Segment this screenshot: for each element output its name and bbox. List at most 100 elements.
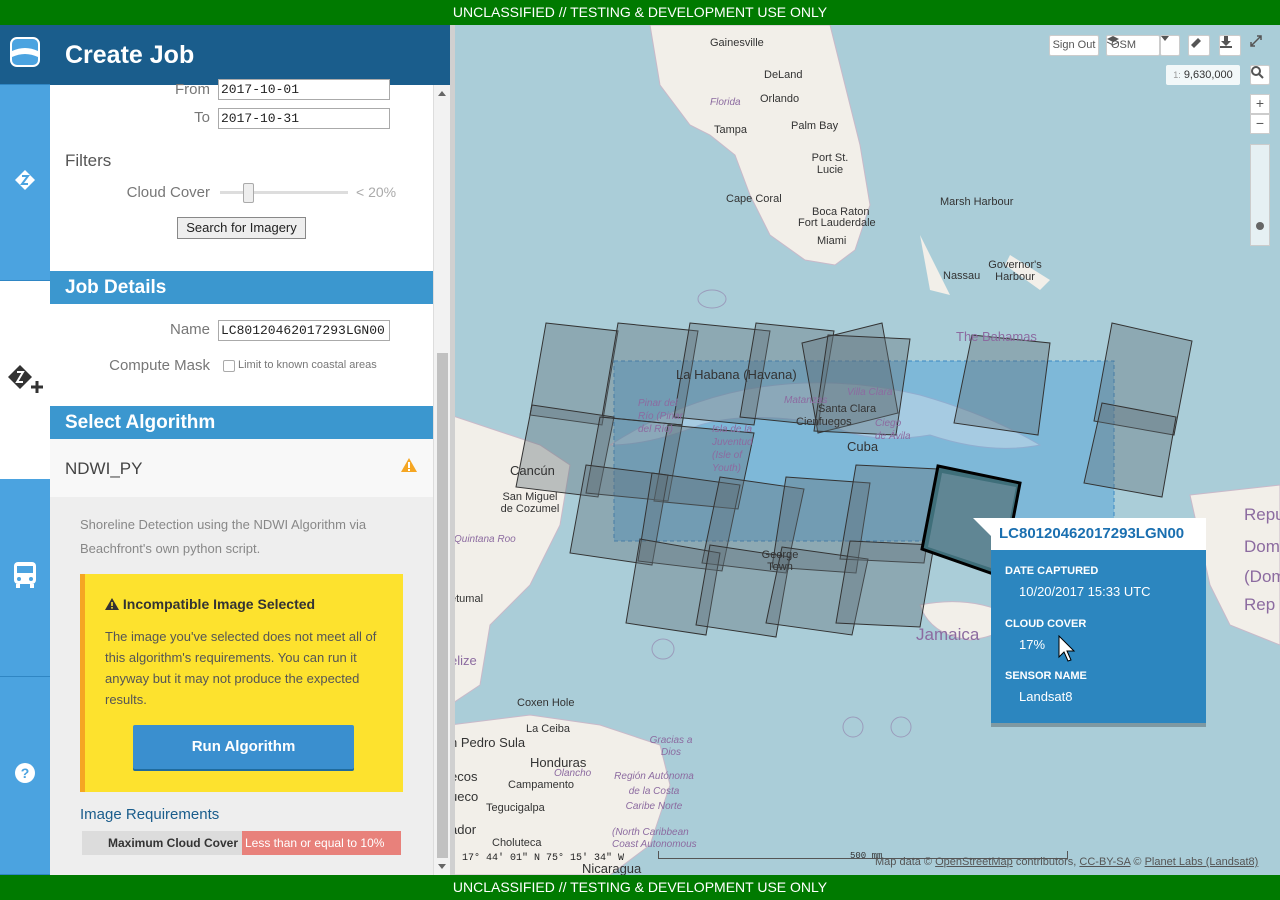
place-label: Rep bbox=[1244, 595, 1276, 614]
place-label: (North Caribbean Coast Autonomous bbox=[612, 827, 697, 850]
scene-id[interactable]: LC80120462017293LGN00 bbox=[991, 518, 1206, 550]
place-label: Palm Bay bbox=[791, 120, 839, 132]
algorithm-details: Shoreline Detection using the NDWI Algor… bbox=[50, 497, 433, 875]
place-label: Port St. Lucie bbox=[811, 152, 849, 176]
algorithm-list-item[interactable]: NDWI_PY bbox=[50, 439, 433, 497]
zoom-out-button[interactable]: − bbox=[1250, 114, 1270, 134]
warning-text: The image you've selected does not meet … bbox=[105, 629, 377, 707]
filters-heading: Filters bbox=[65, 151, 112, 170]
algorithm-name: NDWI_PY bbox=[65, 459, 143, 478]
measure-button[interactable] bbox=[1188, 35, 1210, 56]
cursor-coordinates: 17° 44′ 01″ N 75° 15′ 34″ W bbox=[462, 853, 625, 864]
osm-link[interactable]: OpenStreetMap bbox=[935, 856, 1013, 868]
place-label: Orlando bbox=[760, 93, 800, 105]
incompatible-warning: Incompatible Image Selected The image yo… bbox=[80, 574, 403, 792]
place-label: Cuba bbox=[847, 439, 879, 454]
search-imagery-button[interactable]: Search for Imagery bbox=[177, 217, 306, 239]
job-name-input[interactable]: LC80120462017293LGN00 bbox=[218, 320, 390, 341]
place-label: George Town bbox=[761, 549, 799, 573]
attribution-copy: © bbox=[1133, 856, 1142, 868]
map-scale[interactable]: 1: 9,630,000 bbox=[1166, 65, 1240, 85]
place-label: Cape Coral bbox=[726, 193, 782, 205]
compute-mask-checkbox[interactable] bbox=[223, 360, 235, 372]
place-label: DeLand bbox=[764, 69, 803, 81]
nav-home-logo[interactable] bbox=[0, 25, 50, 85]
warning-title-text: Incompatible Image Selected bbox=[122, 596, 316, 612]
requirement-row: Maximum Cloud Cover Less than or equal t… bbox=[82, 831, 401, 855]
place-label: Santa Clara bbox=[818, 403, 877, 415]
zoom-in-button[interactable]: + bbox=[1250, 94, 1270, 114]
place-label: Villa Clara bbox=[847, 387, 893, 398]
popup-pointer bbox=[973, 518, 991, 536]
sensor-name-value: Landsat8 bbox=[1019, 689, 1073, 704]
place-label: Tegucigalpa bbox=[486, 802, 545, 814]
cloud-cover-label: CLOUD COVER bbox=[1005, 618, 1087, 630]
scale-value: 9,630,000 bbox=[1183, 69, 1233, 81]
from-date-input[interactable]: 2017-10-01 bbox=[218, 79, 390, 100]
place-label: Olancho bbox=[554, 768, 592, 779]
to-date-input[interactable]: 2017-10-31 bbox=[218, 108, 390, 129]
classification-banner-bottom: UNCLASSIFIED // TESTING & DEVELOPMENT US… bbox=[0, 875, 1280, 900]
scroll-down-arrow[interactable] bbox=[438, 864, 446, 869]
to-label: To bbox=[194, 109, 210, 126]
create-job-panel: Create Job From 2017-10-01 To 2017-10-31… bbox=[50, 25, 450, 875]
cloud-cover-value: < 20% bbox=[356, 184, 397, 200]
zoom-slider-knob[interactable] bbox=[1256, 222, 1264, 230]
panel-scrollbar[interactable] bbox=[433, 85, 450, 875]
nav-create-job[interactable] bbox=[0, 281, 50, 479]
from-label: From bbox=[175, 81, 210, 98]
sign-out-button[interactable]: Sign Out bbox=[1049, 35, 1099, 56]
map-attribution: Map data © OpenStreetMap contributors, C… bbox=[875, 856, 1275, 868]
image-requirements-heading: Image Requirements bbox=[80, 806, 220, 823]
create-job-icon bbox=[6, 363, 44, 398]
warning-triangle-icon bbox=[105, 596, 123, 612]
place-label: Ciego de Ávila bbox=[875, 418, 911, 442]
place-label: Repu bbox=[1244, 505, 1280, 524]
warning-icon bbox=[400, 457, 418, 478]
place-label: La Habana (Havana) bbox=[676, 367, 797, 382]
place-label: Isla de la Juventud (Isle of Youth) bbox=[712, 424, 753, 474]
date-captured-label: DATE CAPTURED bbox=[1005, 565, 1099, 577]
place-label: Región Autónoma de la Costa Caribe Norte bbox=[614, 771, 694, 812]
cloud-cover-slider-track[interactable] bbox=[220, 191, 348, 194]
search-location-button[interactable] bbox=[1250, 65, 1270, 85]
scene-popup: LC80120462017293LGN00 DATE CAPTURED 10/2… bbox=[973, 518, 1206, 723]
place-label: Gracias a Dios bbox=[649, 735, 693, 758]
planet-link[interactable]: Planet Labs (Landsat8) bbox=[1145, 856, 1259, 868]
app-logo-icon bbox=[10, 37, 40, 72]
nav-help[interactable]: ? bbox=[0, 677, 50, 875]
download-button[interactable] bbox=[1219, 35, 1241, 56]
sensor-name-label: SENSOR NAME bbox=[1005, 670, 1087, 682]
attribution-mid: contributors, bbox=[1015, 856, 1077, 868]
requirement-value: Less than or equal to 10% bbox=[242, 831, 401, 855]
scroll-thumb[interactable] bbox=[437, 353, 448, 858]
basemap-dropdown-button[interactable] bbox=[1160, 35, 1180, 56]
nav-browse[interactable] bbox=[0, 85, 50, 281]
bus-icon bbox=[12, 560, 38, 595]
place-label: San Miguel de Cozumel bbox=[500, 491, 560, 515]
place-label: Nassau bbox=[943, 270, 981, 282]
run-algorithm-button[interactable]: Run Algorithm bbox=[133, 725, 354, 769]
map-view[interactable]: Gainesville DeLand Florida Orlando Tampa… bbox=[450, 25, 1280, 875]
place-label: Cienfuegos bbox=[796, 416, 852, 428]
place-label: Gainesville bbox=[710, 37, 764, 49]
scroll-up-arrow[interactable] bbox=[438, 91, 446, 96]
panel-title: Create Job bbox=[50, 25, 450, 85]
basemap-select[interactable]: OSM bbox=[1106, 35, 1160, 56]
place-label: The Bahamas bbox=[956, 329, 1037, 344]
place-label: La Ceiba bbox=[526, 723, 571, 735]
license-link[interactable]: CC-BY-SA bbox=[1079, 856, 1130, 868]
nav-jobs[interactable] bbox=[0, 479, 50, 677]
fullscreen-button[interactable] bbox=[1250, 35, 1270, 56]
algorithm-description: Shoreline Detection using the NDWI Algor… bbox=[80, 517, 367, 556]
zoom-slider[interactable] bbox=[1250, 144, 1270, 246]
place-label: Miami bbox=[817, 235, 847, 247]
place-label: Coxen Hole bbox=[517, 697, 575, 709]
svg-text:?: ? bbox=[21, 765, 30, 781]
cloud-cover-slider-thumb[interactable] bbox=[243, 183, 254, 203]
cloud-cover-label: Cloud Cover bbox=[126, 184, 210, 201]
cloud-cover-value: 17% bbox=[1019, 637, 1046, 652]
job-details-heading: Job Details bbox=[50, 271, 433, 304]
compute-mask-label: Compute Mask bbox=[109, 357, 210, 374]
attribution-prefix: Map data © bbox=[875, 856, 933, 868]
